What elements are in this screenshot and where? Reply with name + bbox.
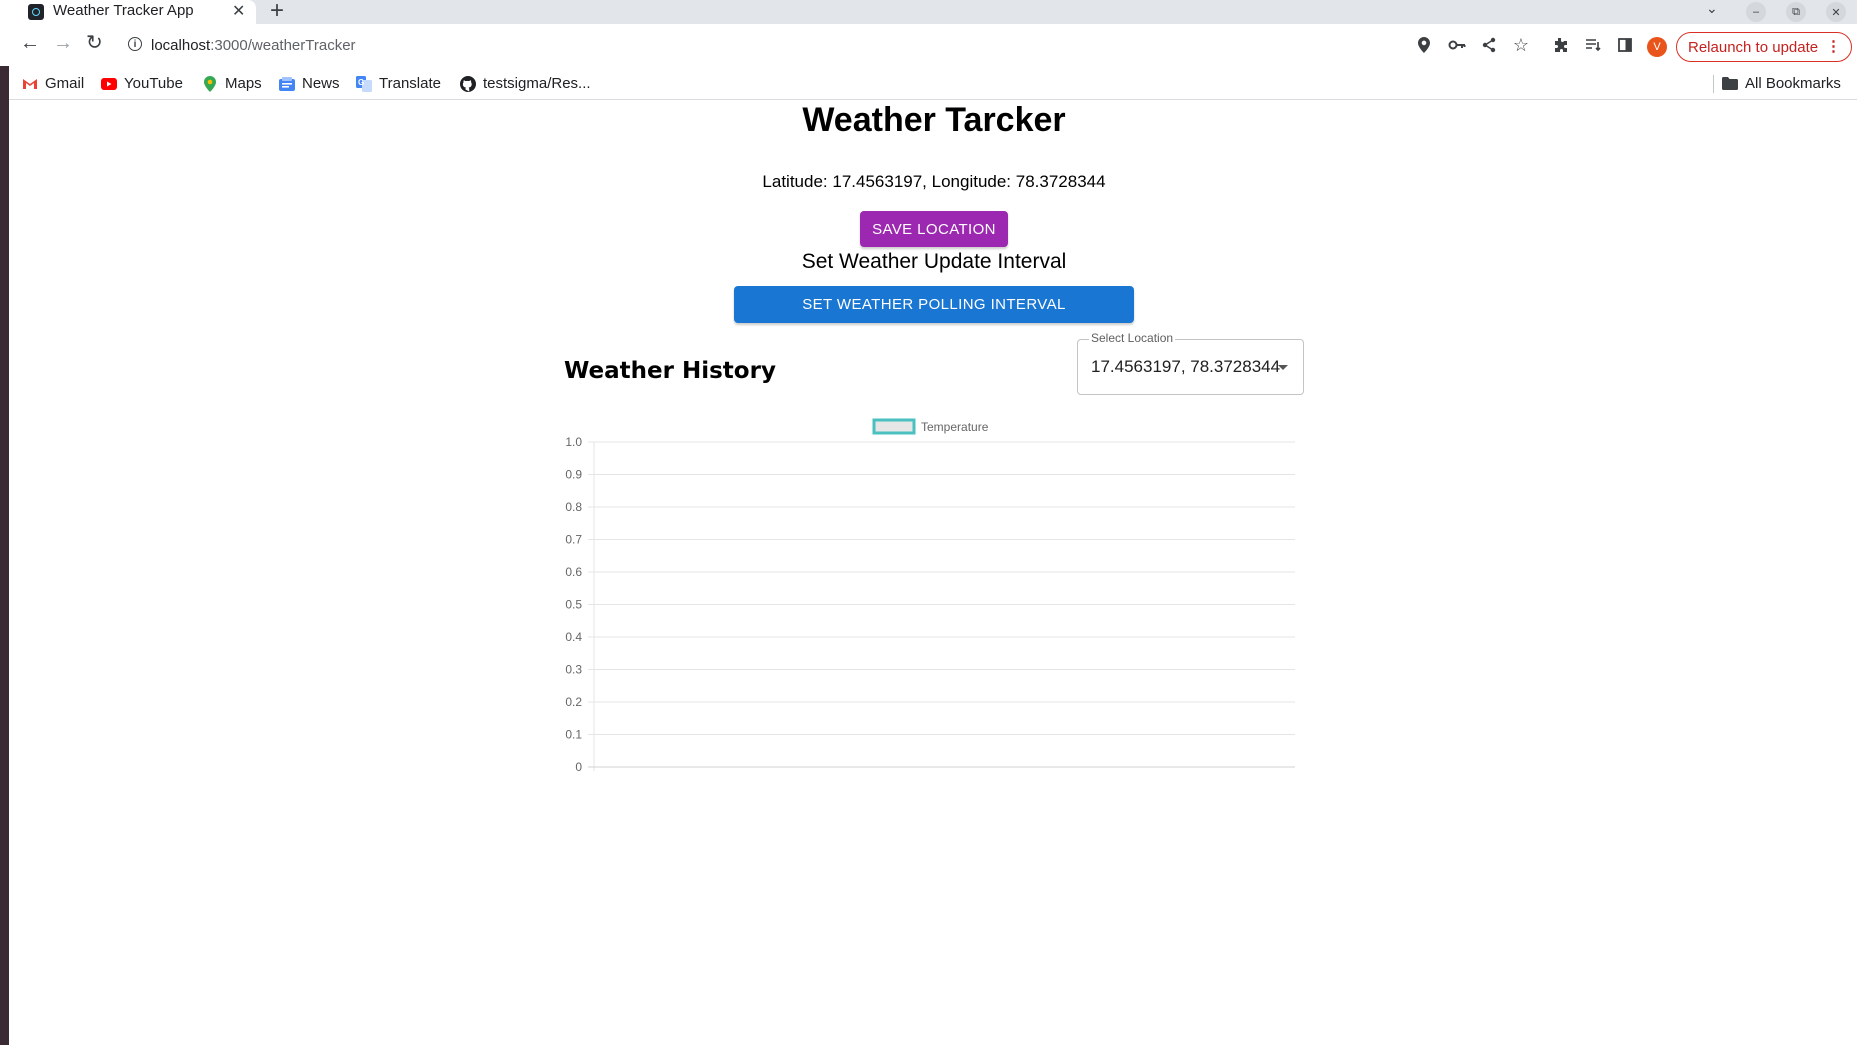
- browser-tab[interactable]: Weather Tracker App ✕: [0, 0, 256, 24]
- y-tick-label: 0: [575, 760, 582, 774]
- dropdown-arrow-icon[interactable]: [1278, 365, 1288, 370]
- react-logo-icon: [28, 4, 44, 20]
- legend-swatch: [872, 418, 916, 435]
- y-tick-label: 0.8: [565, 500, 582, 514]
- bookmark-gmail[interactable]: Gmail: [22, 75, 84, 92]
- coordinates-text: Latitude: 17.4563197, Longitude: 78.3728…: [762, 172, 1106, 191]
- y-tick-label: 0.5: [565, 598, 582, 612]
- location-select-value[interactable]: 17.4563197, 78.3728344: [1091, 357, 1280, 377]
- y-tick-label: 1.0: [565, 435, 582, 449]
- news-icon: [279, 76, 295, 92]
- reload-icon[interactable]: ↻: [86, 33, 103, 53]
- maps-icon: [202, 75, 218, 92]
- share-icon[interactable]: [1480, 36, 1498, 54]
- new-tab-button[interactable]: +: [270, 0, 284, 25]
- y-tick-label: 0.9: [565, 468, 582, 482]
- side-panel-icon[interactable]: [1616, 36, 1634, 54]
- restore-icon[interactable]: ⧉: [1786, 2, 1806, 22]
- y-tick-label: 0.2: [565, 695, 582, 709]
- profile-avatar[interactable]: V: [1647, 37, 1667, 57]
- key-icon[interactable]: [1448, 36, 1466, 54]
- desktop-edge: [0, 66, 9, 100]
- tab-title: Weather Tracker App: [53, 2, 194, 19]
- y-tick-label: 0.4: [565, 630, 582, 644]
- tab-strip: Weather Tracker App ✕ + ⌄ – ⧉ ✕: [0, 0, 1857, 24]
- youtube-icon: [101, 76, 117, 92]
- bookmark-youtube[interactable]: YouTube: [101, 75, 183, 92]
- translate-icon: G: [356, 75, 372, 92]
- y-tick-label: 0.7: [565, 533, 582, 547]
- desktop-edge-lower: [0, 100, 9, 1045]
- bookmarks-divider: [1713, 75, 1714, 93]
- y-tick-label: 0.6: [565, 565, 582, 579]
- bookmark-testsigma[interactable]: testsigma/Res...: [460, 75, 591, 92]
- svg-text:G: G: [358, 78, 364, 87]
- bookmark-translate[interactable]: G Translate: [356, 75, 441, 92]
- y-tick-label: 0.1: [565, 728, 582, 742]
- browser-toolbar: ← → ↻ i localhost:3000/weatherTracker ☆ …: [0, 24, 1857, 66]
- close-tab-icon[interactable]: ✕: [232, 1, 245, 21]
- reading-list-icon[interactable]: [1584, 36, 1602, 54]
- forward-icon[interactable]: →: [53, 33, 73, 53]
- minimize-icon[interactable]: –: [1746, 2, 1766, 22]
- back-icon[interactable]: ←: [20, 33, 40, 53]
- bookmark-news[interactable]: News: [279, 75, 340, 92]
- folder-icon: [1722, 76, 1738, 92]
- temperature-chart: Temperature 1.0 0.9 0.8 0.7 0.6 0.5 0.4 0.3 0.2 0.…: [565, 418, 1295, 774]
- set-polling-interval-button[interactable]: SET WEATHER POLLING INTERVAL: [734, 286, 1134, 323]
- location-select-label: Select Location: [1089, 331, 1176, 345]
- save-location-button[interactable]: SAVE LOCATION: [860, 211, 1008, 247]
- site-info-icon[interactable]: i: [128, 37, 142, 51]
- interval-heading: Set Weather Update Interval: [801, 250, 1067, 273]
- tab-search-icon[interactable]: ⌄: [1706, 0, 1718, 17]
- github-icon: [460, 75, 476, 92]
- legend-label: Temperature: [921, 420, 989, 434]
- more-menu-icon[interactable]: ⋮: [1826, 37, 1841, 55]
- url-text[interactable]: localhost:3000/weatherTracker: [151, 37, 356, 54]
- relaunch-label: Relaunch to update: [1688, 38, 1819, 56]
- close-window-icon[interactable]: ✕: [1826, 2, 1846, 22]
- weather-history-title: Weather History: [564, 358, 776, 384]
- bookmark-maps[interactable]: Maps: [202, 75, 262, 92]
- y-tick-label: 0.3: [565, 663, 582, 677]
- page-title: Weather Tarcker: [802, 101, 1066, 139]
- extensions-icon[interactable]: [1551, 36, 1569, 54]
- bookmark-star-icon[interactable]: ☆: [1512, 35, 1530, 55]
- location-pin-icon[interactable]: [1415, 36, 1433, 54]
- all-bookmarks-button[interactable]: All Bookmarks: [1722, 75, 1841, 92]
- bookmarks-bar: Gmail YouTube Maps News G Translate test…: [0, 66, 1857, 100]
- relaunch-update-button[interactable]: Relaunch to update ⋮: [1676, 32, 1852, 62]
- gmail-icon: [22, 76, 38, 92]
